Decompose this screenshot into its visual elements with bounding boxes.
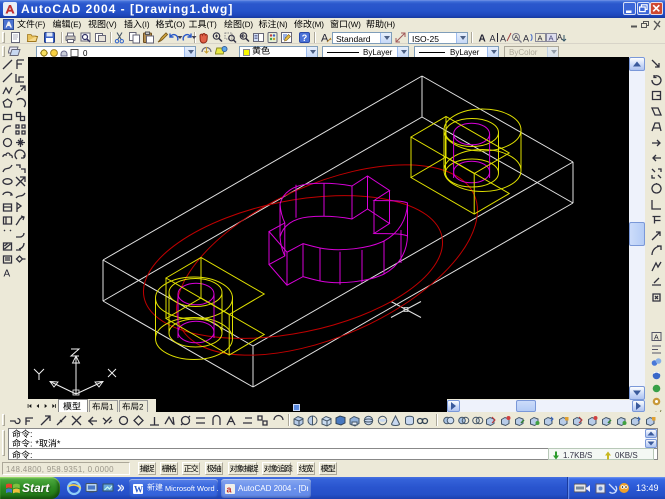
svg-text:A: A — [514, 35, 519, 42]
svg-text:A: A — [321, 33, 329, 45]
svg-text:A: A — [654, 335, 659, 342]
svg-text:W: W — [134, 484, 143, 494]
svg-text:A: A — [489, 34, 495, 44]
svg-text:A: A — [500, 34, 506, 44]
svg-text:A: A — [557, 33, 563, 42]
svg-text:A: A — [537, 34, 542, 43]
svg-text:A: A — [523, 34, 529, 44]
svg-text:A: A — [4, 269, 11, 280]
svg-text:?: ? — [302, 33, 308, 43]
svg-text:A: A — [479, 34, 486, 45]
svg-text:A: A — [549, 34, 554, 43]
